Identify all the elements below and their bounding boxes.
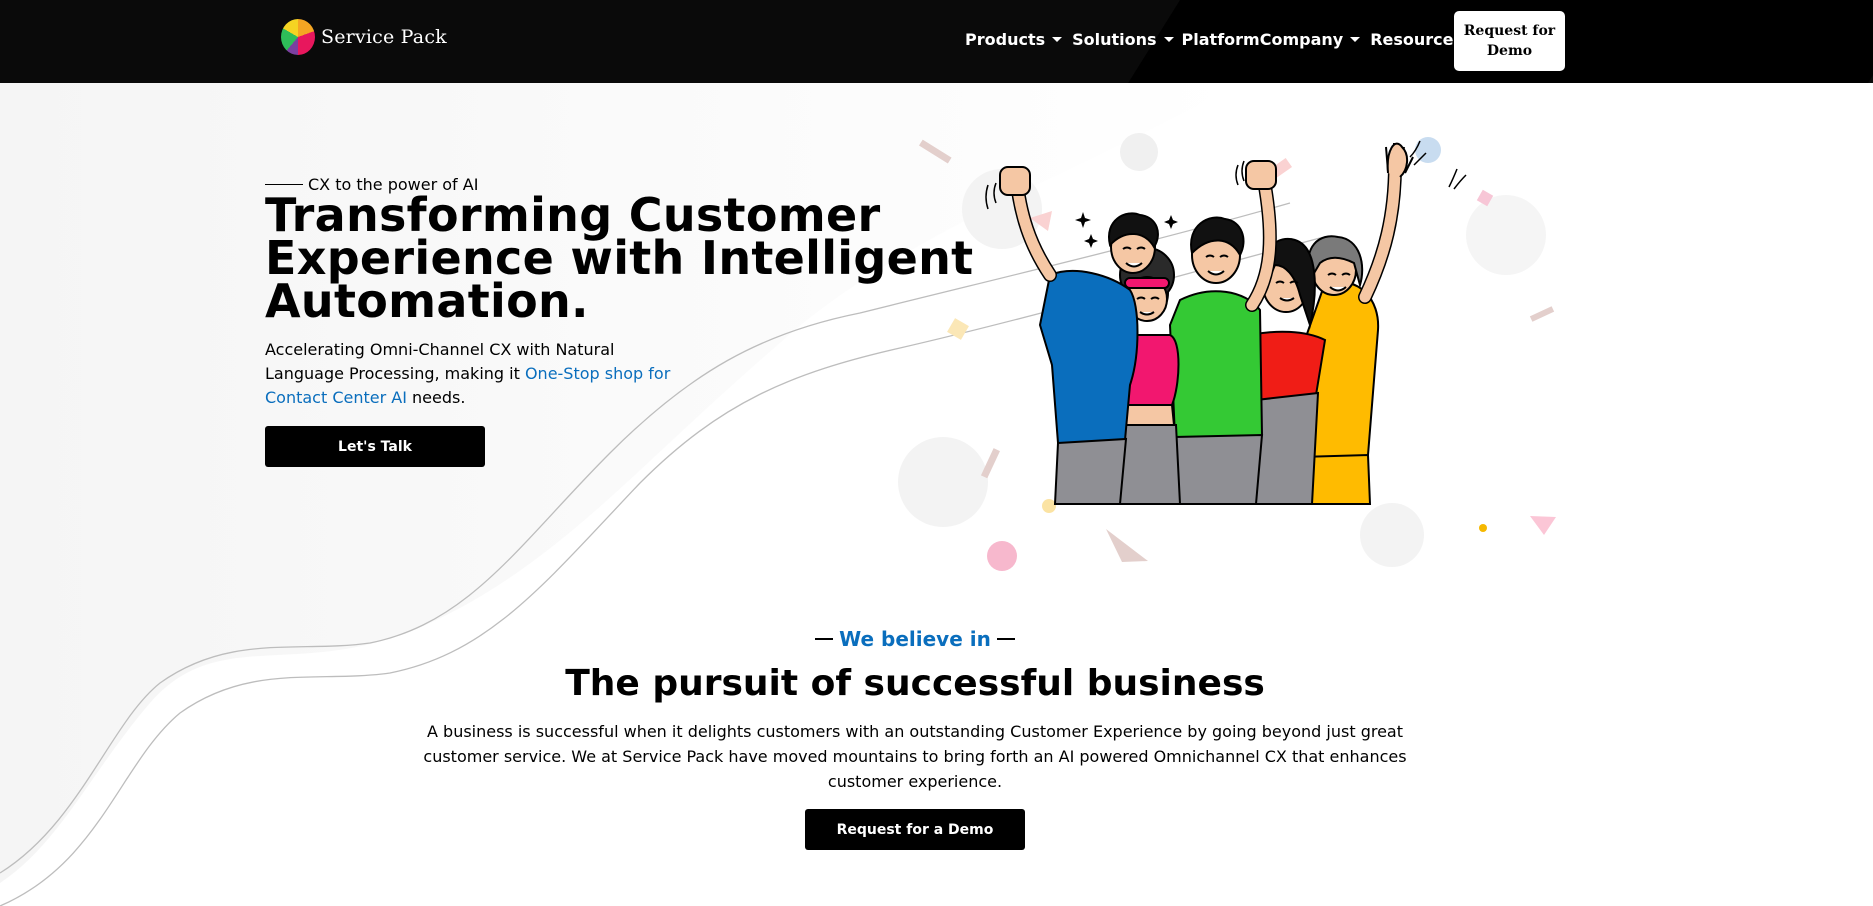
eyebrow-line xyxy=(265,184,303,185)
service-pack-logo-icon xyxy=(281,19,315,55)
section-body: A business is successful when it delight… xyxy=(423,722,1407,791)
brand-name: Service Pack xyxy=(321,26,447,48)
caret-down-icon xyxy=(1350,37,1361,42)
eyebrow-dash xyxy=(815,638,834,640)
nav-item-solutions[interactable]: Solutions xyxy=(1072,30,1174,49)
nav-item-label: Resources xyxy=(1370,30,1464,49)
section-title: The pursuit of successful business xyxy=(565,663,1265,704)
brand-logo-link[interactable]: Service Pack xyxy=(281,19,447,55)
hero-subtitle-end: needs. xyxy=(406,388,466,407)
caret-down-icon xyxy=(1052,37,1063,42)
believe-eyebrow-text: We believe in xyxy=(839,627,991,651)
believe-eyebrow: We believe in xyxy=(0,627,1830,651)
nav-item-label: Platform xyxy=(1181,30,1260,49)
caret-down-icon xyxy=(1163,37,1174,42)
request-demo-header-button[interactable]: Request for Demo xyxy=(1454,11,1565,71)
nav-item-platform[interactable]: Platform xyxy=(1182,30,1260,49)
lets-talk-button[interactable]: Let's Talk xyxy=(265,426,485,467)
nav-item-company[interactable]: Company xyxy=(1259,30,1361,49)
nav-item-products[interactable]: Products xyxy=(965,30,1063,49)
main-nav: Products Solutions Platform Company Reso… xyxy=(965,30,1481,49)
request-demo-button[interactable]: Request for a Demo xyxy=(805,809,1025,850)
nav-item-label: Products xyxy=(965,30,1046,49)
nav-item-label: Solutions xyxy=(1072,30,1157,49)
eyebrow-dash xyxy=(996,638,1015,640)
hero-subtitle: Accelerating Omni-Channel CX with Natura… xyxy=(265,338,675,410)
nav-item-label: Company xyxy=(1259,30,1344,49)
team-celebrating-illustration xyxy=(898,133,1556,571)
